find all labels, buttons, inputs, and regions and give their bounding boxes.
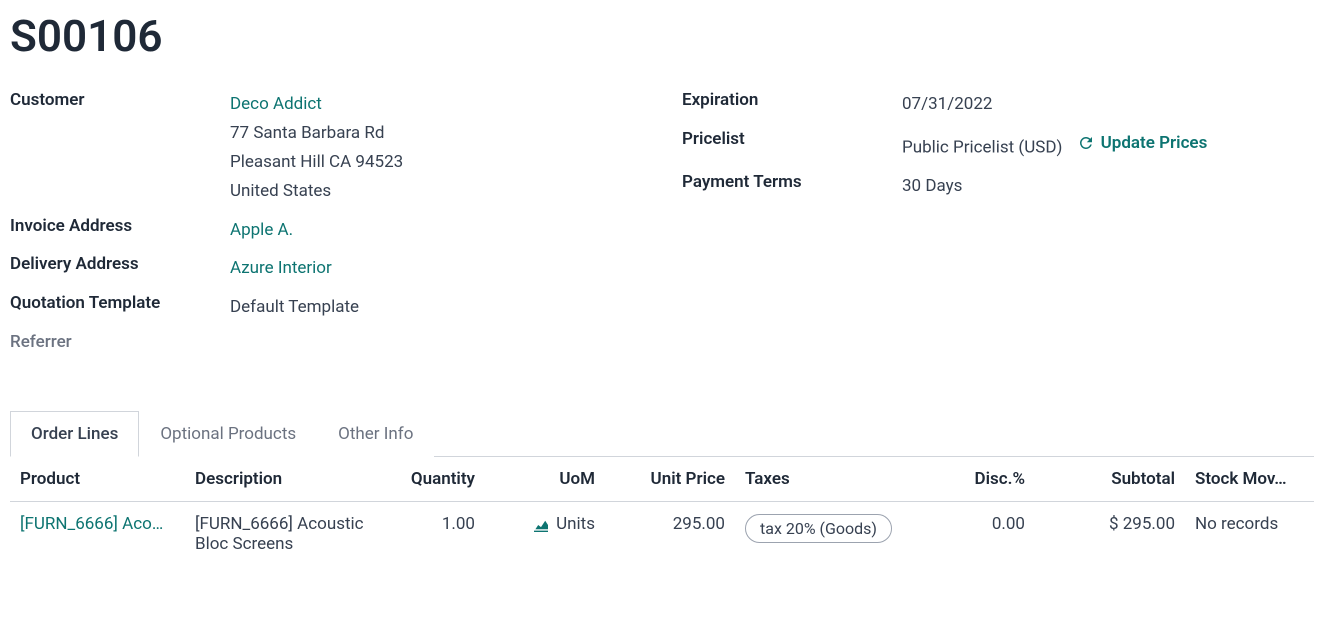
tabs: Order Lines Optional Products Other Info [10,410,1314,457]
quantity-cell[interactable]: 1.00 [385,502,485,567]
th-taxes[interactable]: Taxes [735,457,935,502]
update-prices-label: Update Prices [1101,129,1208,158]
customer-addr-line2: Pleasant Hill CA 94523 [230,152,403,172]
tab-optional-products[interactable]: Optional Products [139,411,317,457]
update-prices-button[interactable]: Update Prices [1077,129,1208,158]
refresh-icon [1077,134,1095,152]
th-quantity[interactable]: Quantity [385,457,485,502]
payment-terms[interactable]: 30 Days [902,176,962,196]
quotation-template-label: Quotation Template [10,293,230,313]
tax-pill[interactable]: tax 20% (Goods) [745,514,892,543]
th-subtotal[interactable]: Subtotal [1035,457,1185,502]
taxes-cell[interactable]: tax 20% (Goods) [735,502,935,567]
referrer-label: Referrer [10,332,230,352]
th-product[interactable]: Product [10,457,185,502]
th-disc[interactable]: Disc.% [935,457,1035,502]
expiration-label: Expiration [682,90,902,110]
page-title: S00106 [10,10,1314,62]
customer-addr-line3: United States [230,181,331,201]
disc-cell[interactable]: 0.00 [935,502,1035,567]
customer-addr-line1: 77 Santa Barbara Rd [230,123,384,143]
th-unit-price[interactable]: Unit Price [605,457,735,502]
tab-order-lines[interactable]: Order Lines [10,411,139,457]
th-description[interactable]: Description [185,457,385,502]
product-cell[interactable]: [FURN_6666] Aco… [20,514,175,534]
stock-moves-cell: No records [1185,502,1314,567]
pricelist-label: Pricelist [682,129,902,149]
delivery-address[interactable]: Azure Interior [230,258,332,278]
table-row[interactable]: [FURN_6666] Aco… [FURN_6666] Acoustic Bl… [10,502,1314,567]
customer-label: Customer [10,90,230,110]
payment-terms-label: Payment Terms [682,172,902,192]
pricelist[interactable]: Public Pricelist (USD) [902,137,1062,157]
invoice-address[interactable]: Apple A. [230,220,293,240]
tab-other-info[interactable]: Other Info [317,411,434,457]
uom-cell[interactable]: Units [485,502,605,567]
th-stock-moves[interactable]: Stock Mov… [1185,457,1314,502]
expiration[interactable]: 07/31/2022 [902,94,992,114]
subtotal-cell: $ 295.00 [1035,502,1185,567]
description-cell[interactable]: [FURN_6666] Acoustic Bloc Screens [185,502,385,567]
unit-price-cell[interactable]: 295.00 [605,502,735,567]
delivery-address-label: Delivery Address [10,254,230,274]
invoice-address-label: Invoice Address [10,216,230,236]
customer-name[interactable]: Deco Addict [230,94,322,114]
order-lines-table: Product Description Quantity UoM Unit Pr… [10,457,1314,566]
th-uom[interactable]: UoM [485,457,605,502]
chart-icon[interactable] [532,518,550,532]
quotation-template[interactable]: Default Template [230,297,359,317]
